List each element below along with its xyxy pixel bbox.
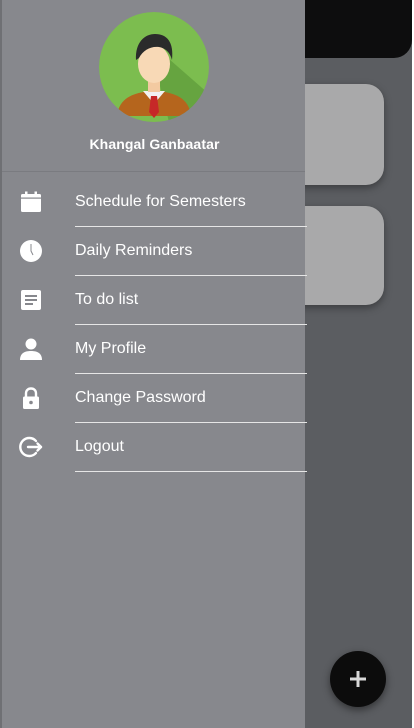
menu-item-logout[interactable]: Logout	[2, 422, 307, 472]
menu-item-label: Daily Reminders	[75, 226, 307, 276]
menu-item-label: Change Password	[75, 373, 307, 423]
avatar[interactable]	[99, 12, 209, 122]
app-screen: Khangal Ganbaatar Schedule for Semesters	[0, 0, 414, 728]
clock-icon	[18, 238, 44, 264]
person-icon	[18, 336, 44, 362]
add-button[interactable]	[330, 651, 386, 707]
menu-item-todo-list[interactable]: To do list	[2, 275, 307, 325]
navigation-drawer: Khangal Ganbaatar Schedule for Semesters	[0, 0, 307, 728]
menu-item-label: Schedule for Semesters	[75, 177, 307, 227]
drawer-header: Khangal Ganbaatar	[2, 0, 305, 172]
menu-item-change-password[interactable]: Change Password	[2, 373, 307, 423]
calendar-icon	[18, 189, 44, 215]
note-icon	[18, 287, 44, 313]
lock-icon	[18, 385, 44, 411]
menu-item-label: Logout	[75, 422, 307, 472]
menu-item-label: My Profile	[75, 324, 307, 374]
user-name: Khangal Ganbaatar	[89, 136, 220, 152]
menu-item-schedule[interactable]: Schedule for Semesters	[2, 177, 307, 227]
drawer-menu: Schedule for Semesters Daily Reminders T…	[2, 177, 307, 472]
plus-icon	[348, 669, 368, 689]
menu-item-daily-reminders[interactable]: Daily Reminders	[2, 226, 307, 276]
menu-item-my-profile[interactable]: My Profile	[2, 324, 307, 374]
logout-icon	[18, 434, 44, 460]
menu-item-label: To do list	[75, 275, 307, 325]
